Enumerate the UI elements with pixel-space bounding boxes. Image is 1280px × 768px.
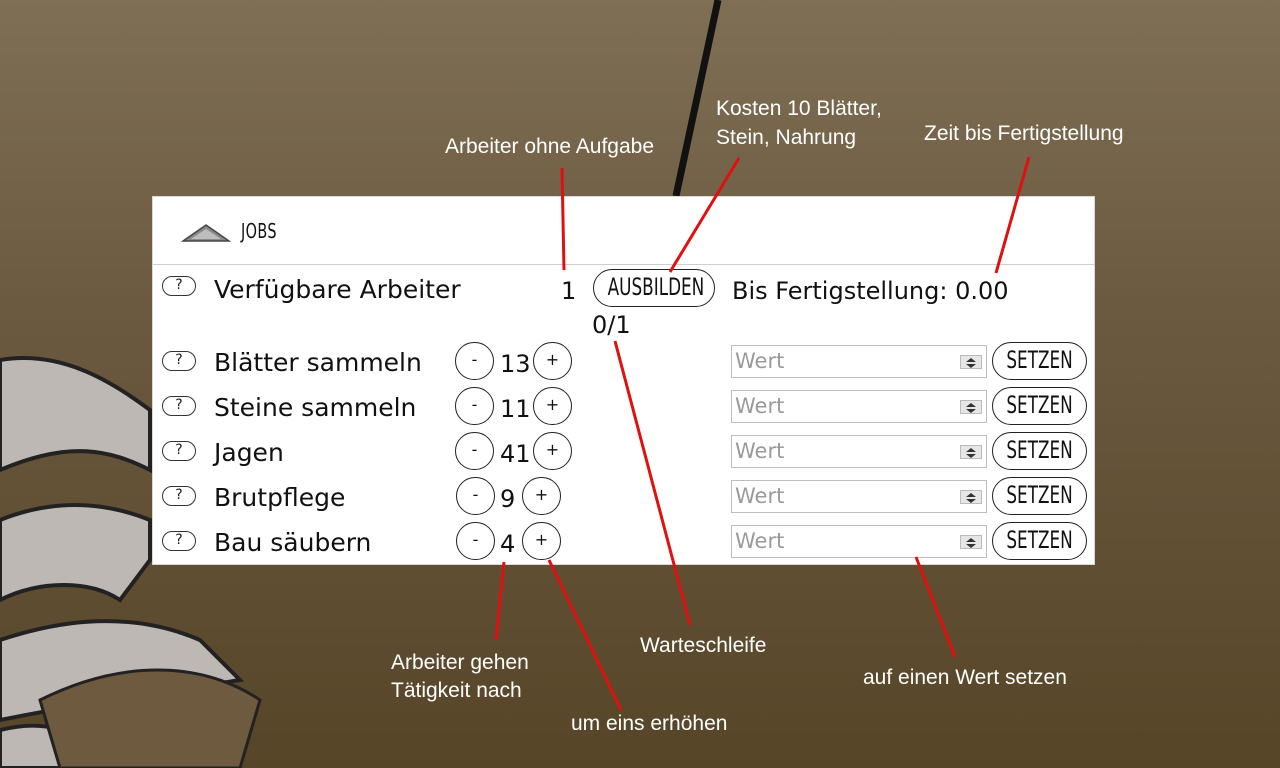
decrease-button[interactable]: -	[456, 522, 495, 560]
annotation-cost-line1: Kosten 10 Blätter,	[716, 97, 882, 120]
value-input[interactable]: Wert	[731, 390, 987, 423]
help-icon: ?	[175, 397, 183, 413]
set-button[interactable]: SETZEN	[992, 342, 1087, 380]
help-button[interactable]: ?	[162, 276, 196, 296]
set-button[interactable]: SETZEN	[992, 477, 1087, 515]
increase-button[interactable]: +	[522, 522, 561, 560]
increase-button[interactable]: +	[533, 432, 572, 470]
queue-counter: 0/1	[592, 311, 631, 339]
help-button[interactable]: ?	[162, 531, 196, 551]
value-input-placeholder: Wert	[735, 484, 785, 508]
increase-button[interactable]: +	[522, 477, 561, 515]
completion-status: Bis Fertigstellung: 0.00	[732, 277, 1009, 305]
annotation-workers-line2: Tätigkeit nach	[391, 679, 522, 702]
help-button[interactable]: ?	[162, 441, 196, 461]
spinner-icon[interactable]	[960, 400, 982, 414]
increase-button[interactable]: +	[533, 387, 572, 425]
help-icon: ?	[175, 487, 183, 503]
value-input-placeholder: Wert	[735, 529, 785, 553]
job-count: 9	[500, 485, 516, 513]
value-input[interactable]: Wert	[731, 525, 987, 558]
value-input-placeholder: Wert	[735, 394, 785, 418]
value-input[interactable]: Wert	[731, 345, 987, 378]
available-workers-label: Verfügbare Arbeiter	[214, 275, 461, 304]
help-icon: ?	[175, 532, 183, 548]
job-count: 4	[500, 530, 516, 558]
annotation-idle-workers: Arbeiter ohne Aufgabe	[445, 135, 654, 158]
job-label: Bau säubern	[214, 528, 372, 557]
value-input-placeholder: Wert	[735, 349, 785, 373]
annotation-time: Zeit bis Fertigstellung	[924, 122, 1124, 145]
spinner-icon[interactable]	[960, 490, 982, 504]
annotation-increase: um eins erhöhen	[571, 712, 728, 735]
set-button[interactable]: SETZEN	[992, 432, 1087, 470]
increase-button[interactable]: +	[533, 342, 572, 380]
annotation-queue: Warteschleife	[640, 634, 767, 657]
train-button[interactable]: AUSBILDEN	[593, 269, 715, 307]
annotation-workers-line1: Arbeiter gehen	[391, 651, 529, 674]
job-count: 11	[500, 395, 531, 423]
help-icon: ?	[175, 352, 183, 368]
value-input[interactable]: Wert	[731, 480, 987, 513]
help-button[interactable]: ?	[162, 486, 196, 506]
help-button[interactable]: ?	[162, 351, 196, 371]
panel-title: JOBS	[241, 219, 277, 243]
annotation-set-value: auf einen Wert setzen	[863, 666, 1067, 689]
collapse-triangle-icon[interactable]	[181, 223, 231, 243]
decrease-button[interactable]: -	[455, 387, 494, 425]
panel-header[interactable]: JOBS	[153, 197, 1094, 265]
value-input[interactable]: Wert	[731, 435, 987, 468]
job-label: Jagen	[214, 438, 284, 467]
job-count: 13	[500, 350, 531, 378]
decrease-button[interactable]: -	[455, 432, 494, 470]
set-button[interactable]: SETZEN	[992, 522, 1087, 560]
help-icon: ?	[175, 277, 183, 293]
job-label: Steine sammeln	[214, 393, 417, 422]
jobs-panel: JOBS ? Verfügbare Arbeiter 1 AUSBILDEN B…	[152, 196, 1095, 565]
decrease-button[interactable]: -	[456, 477, 495, 515]
spinner-icon[interactable]	[960, 355, 982, 369]
spinner-icon[interactable]	[960, 535, 982, 549]
annotation-cost-line2: Stein, Nahrung	[716, 126, 857, 149]
help-icon: ?	[175, 442, 183, 458]
help-button[interactable]: ?	[162, 396, 196, 416]
set-button[interactable]: SETZEN	[992, 387, 1087, 425]
job-count: 41	[500, 440, 531, 468]
job-label: Blätter sammeln	[214, 348, 422, 377]
value-input-placeholder: Wert	[735, 439, 785, 463]
spinner-icon[interactable]	[960, 445, 982, 459]
available-workers-count: 1	[561, 277, 577, 305]
job-label: Brutpflege	[214, 483, 346, 512]
decrease-button[interactable]: -	[455, 342, 494, 380]
